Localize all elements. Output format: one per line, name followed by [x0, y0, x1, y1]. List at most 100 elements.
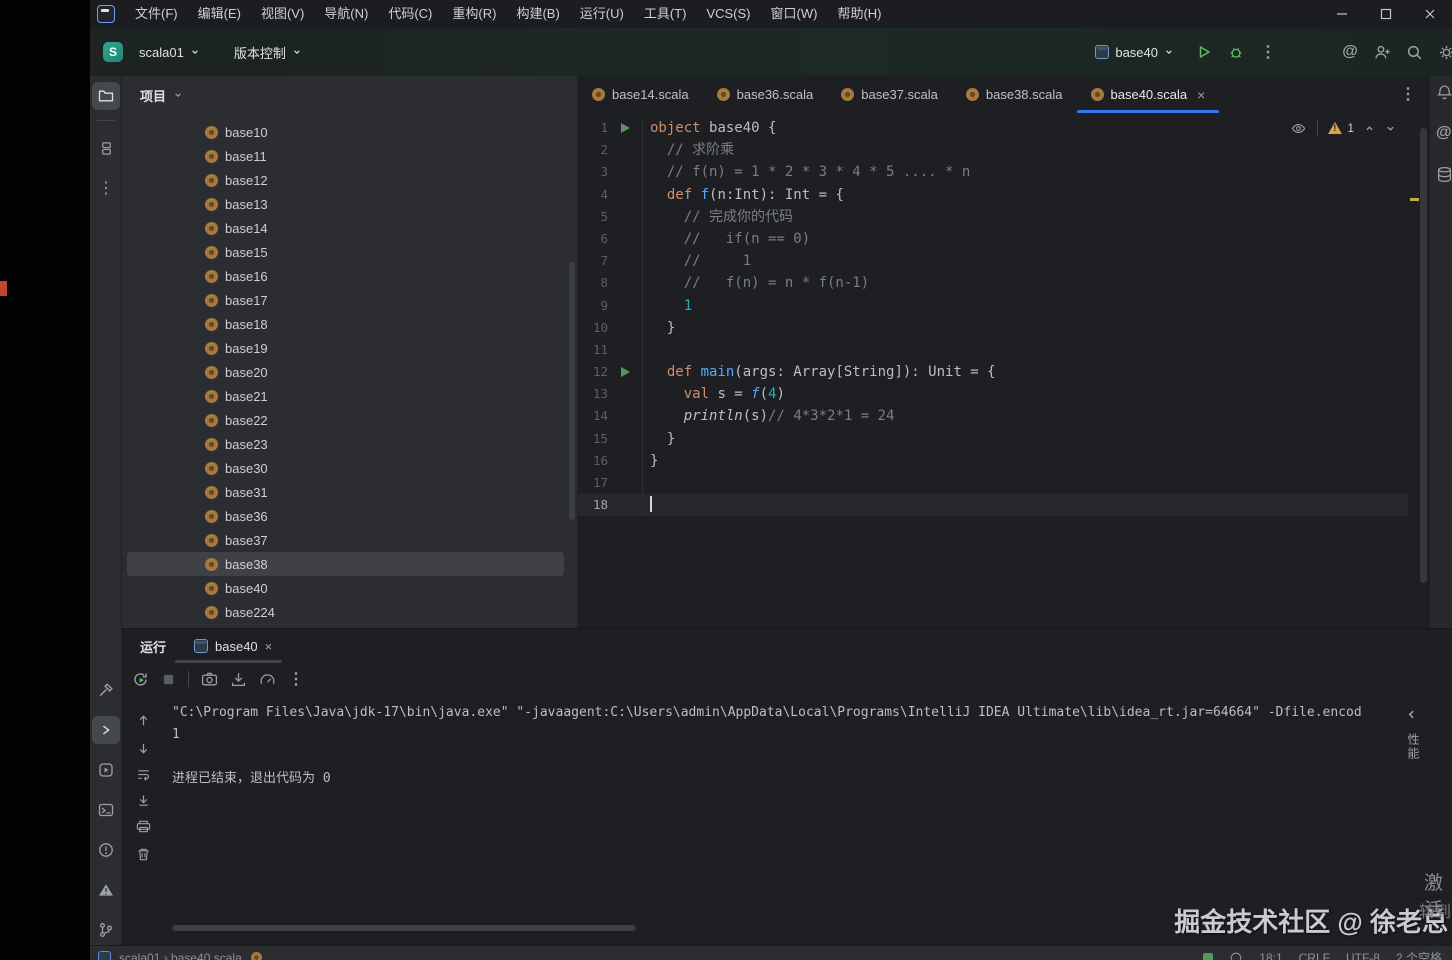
- import-thread-dump-button[interactable]: [230, 671, 247, 688]
- performance-tab[interactable]: 性能: [1405, 733, 1422, 761]
- tree-item-base38[interactable]: base38: [127, 552, 564, 576]
- tree-item-base11[interactable]: base11: [127, 144, 564, 168]
- git-toolwindow-icon[interactable]: [92, 916, 120, 944]
- code-line-11[interactable]: 11: [578, 338, 1408, 362]
- console-hscrollbar[interactable]: [172, 925, 636, 931]
- more-toolwindows-icon[interactable]: ⋮: [92, 174, 120, 202]
- tree-item-base16[interactable]: base16: [127, 264, 564, 288]
- status-green-indicator[interactable]: [1203, 952, 1214, 960]
- line-number[interactable]: 8: [578, 272, 608, 294]
- menu-item[interactable]: 导航(N): [314, 0, 378, 28]
- minimize-button[interactable]: [1320, 0, 1364, 28]
- code-line-17[interactable]: 17: [578, 472, 1408, 495]
- line-number[interactable]: 4: [578, 184, 608, 206]
- code-line-16[interactable]: 16}: [578, 449, 1408, 472]
- editor-tab-base37.scala[interactable]: base37.scala: [827, 76, 952, 113]
- notifications-bell-icon[interactable]: [1436, 84, 1452, 101]
- vcs-widget[interactable]: 版本控制: [226, 39, 310, 66]
- terminal-toolwindow-icon[interactable]: [92, 796, 120, 824]
- caret-position[interactable]: 18:1: [1259, 951, 1282, 960]
- line-number[interactable]: 3: [578, 161, 608, 183]
- project-toolwindow-icon[interactable]: [92, 82, 120, 110]
- tree-item-base31[interactable]: base31: [127, 480, 564, 504]
- menu-item[interactable]: 文件(F): [125, 0, 188, 28]
- tree-item-base37[interactable]: base37: [127, 528, 564, 552]
- menu-item[interactable]: 视图(V): [251, 0, 314, 28]
- tree-item-base40[interactable]: base40: [127, 576, 564, 600]
- tree-item-base17[interactable]: base17: [127, 288, 564, 312]
- tree-item-base18[interactable]: base18: [127, 312, 564, 336]
- tree-item-base23[interactable]: base23: [127, 432, 564, 456]
- line-number[interactable]: 18: [578, 494, 608, 516]
- line-number[interactable]: 6: [578, 228, 608, 250]
- menu-item[interactable]: 运行(U): [570, 0, 634, 28]
- next-problem-icon[interactable]: [1385, 124, 1396, 133]
- structure-toolwindow-icon[interactable]: [92, 134, 120, 162]
- editor-tab-base38.scala[interactable]: base38.scala: [952, 76, 1077, 113]
- close-button[interactable]: [1408, 0, 1452, 28]
- line-number[interactable]: 9: [578, 295, 608, 317]
- run-button[interactable]: [1190, 38, 1218, 66]
- code-line-3[interactable]: 3 // f(n) = 1 * 2 * 3 * 4 * 5 .... * n: [578, 161, 1408, 184]
- soft-wrap-icon[interactable]: [136, 767, 151, 782]
- rerun-button[interactable]: [132, 671, 149, 688]
- menu-item[interactable]: VCS(S): [696, 0, 760, 28]
- app-logo-icon[interactable]: [97, 5, 115, 23]
- maximize-button[interactable]: [1364, 0, 1408, 28]
- editor-tab-base40.scala[interactable]: base40.scala ×: [1076, 76, 1220, 113]
- up-stack-trace-icon[interactable]: [136, 713, 151, 728]
- tree-item-base19[interactable]: base19: [127, 336, 564, 360]
- code-line-10[interactable]: 10 }: [578, 316, 1408, 339]
- print-icon[interactable]: [136, 819, 151, 834]
- collapse-left-icon[interactable]: [1406, 709, 1417, 720]
- menu-item[interactable]: 窗口(W): [761, 0, 828, 28]
- code-line-7[interactable]: 7 // 1: [578, 250, 1408, 273]
- line-ending[interactable]: CRLF: [1299, 951, 1330, 960]
- tree-item-base224[interactable]: base224: [127, 600, 564, 624]
- menu-item[interactable]: 工具(T): [634, 0, 697, 28]
- code-line-13[interactable]: 13 val s = f(4): [578, 383, 1408, 406]
- console-output[interactable]: "C:\Program Files\Java\jdk-17\bin\java.e…: [172, 702, 1400, 921]
- warning-count[interactable]: 1: [1347, 121, 1354, 135]
- database-toolwindow-icon[interactable]: [1436, 166, 1452, 183]
- run-gutter-icon[interactable]: [608, 361, 642, 383]
- line-number[interactable]: 5: [578, 206, 608, 228]
- code-line-8[interactable]: 8 // f(n) = n * f(n-1): [578, 272, 1408, 295]
- run-more-options-icon[interactable]: ⋮: [288, 669, 304, 689]
- line-number[interactable]: 10: [578, 317, 608, 339]
- menu-item[interactable]: 帮助(H): [827, 0, 891, 28]
- stop-button[interactable]: [161, 672, 176, 687]
- run-gutter-icon[interactable]: [608, 117, 642, 139]
- tree-item-base21[interactable]: base21: [127, 384, 564, 408]
- run-tab-close-icon[interactable]: ×: [265, 639, 273, 654]
- tab-close-icon[interactable]: ×: [1197, 87, 1205, 103]
- sync-icon[interactable]: [1229, 951, 1243, 960]
- code-line-14[interactable]: 14 println(s)// 4*3*2*1 = 24: [578, 405, 1408, 428]
- tree-item-base30[interactable]: base30: [127, 456, 564, 480]
- run-toolwindow-icon[interactable]: [92, 716, 120, 744]
- status-breadcrumb[interactable]: scala01 › base40.scala: [98, 951, 263, 960]
- warnings-toolwindow-icon[interactable]: [92, 876, 120, 904]
- settings-button[interactable]: [1432, 38, 1452, 66]
- run-configuration-selector[interactable]: base40: [1089, 42, 1180, 63]
- code-line-15[interactable]: 15 }: [578, 427, 1408, 450]
- code-editor[interactable]: 1 object base40 {2 // 求阶乘 3 // f(n) = 1 * …: [578, 117, 1408, 517]
- tree-item-base36[interactable]: base36: [127, 504, 564, 528]
- tree-item-base15[interactable]: base15: [127, 240, 564, 264]
- line-number[interactable]: 13: [578, 383, 608, 405]
- menu-item[interactable]: 重构(R): [442, 0, 506, 28]
- warning-stripe-mark[interactable]: [1410, 198, 1419, 201]
- line-number[interactable]: 14: [578, 405, 608, 427]
- problems-toolwindow-icon[interactable]: [92, 836, 120, 864]
- indent-setting[interactable]: 2 个空格: [1396, 949, 1442, 960]
- file-encoding[interactable]: UTF-8: [1346, 951, 1380, 960]
- down-stack-trace-icon[interactable]: [136, 741, 151, 756]
- run-line-icon[interactable]: [620, 367, 630, 378]
- build-toolwindow-icon[interactable]: [92, 676, 120, 704]
- project-tree-scrollbar[interactable]: [569, 262, 575, 520]
- scroll-to-end-icon[interactable]: [136, 793, 151, 808]
- code-line-5[interactable]: 5 // 完成你的代码: [578, 205, 1408, 228]
- tree-item-base10[interactable]: base10: [127, 120, 564, 144]
- code-line-9[interactable]: 9 1: [578, 294, 1408, 317]
- warning-icon[interactable]: [1328, 122, 1343, 134]
